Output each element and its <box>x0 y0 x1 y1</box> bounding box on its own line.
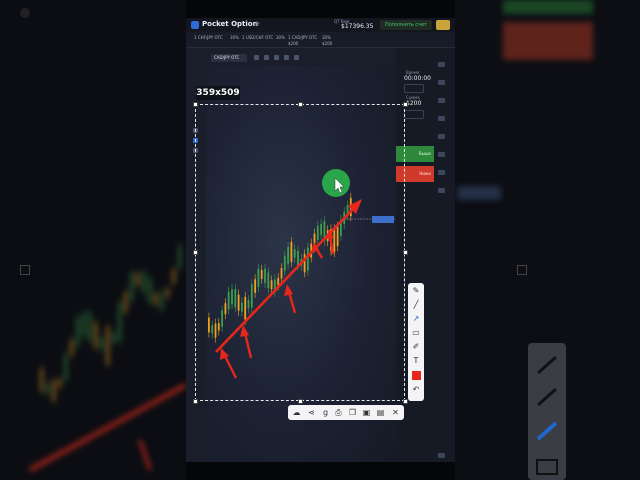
copy-icon[interactable]: ❐ <box>347 407 358 418</box>
resize-handle-left[interactable] <box>193 250 198 255</box>
marker-icon[interactable]: ✐ <box>411 342 421 352</box>
resize-handle-right[interactable] <box>403 250 408 255</box>
resize-handle-bottom-left[interactable] <box>193 399 198 404</box>
text-icon[interactable]: T <box>411 356 421 366</box>
resize-handle-top[interactable] <box>298 102 303 107</box>
close-icon[interactable]: ✕ <box>390 407 401 418</box>
upload-icon[interactable]: ☁ <box>291 407 302 418</box>
resize-handle-bottom[interactable] <box>298 399 303 404</box>
undo-icon[interactable]: ↶ <box>411 385 421 395</box>
line-icon[interactable]: ╱ <box>411 300 421 310</box>
save-icon[interactable]: ▣ <box>361 407 372 418</box>
rectangle-icon[interactable]: ▭ <box>411 328 421 338</box>
share-icon[interactable]: ⋖ <box>306 407 317 418</box>
clipboard-icon[interactable]: ▤ <box>375 407 386 418</box>
resize-handle-bottom-right[interactable] <box>403 399 408 404</box>
color-picker[interactable] <box>411 371 421 380</box>
screen-recording-frame: Pocket Option ★ QT Real $17396.35 Пополн… <box>0 0 640 480</box>
resize-handle-top-left[interactable] <box>193 102 198 107</box>
search-google-icon[interactable]: g <box>320 407 331 418</box>
pencil-icon[interactable]: ✎ <box>411 286 421 296</box>
arrow-icon[interactable]: ↗ <box>411 314 421 324</box>
print-icon[interactable]: ⎙ <box>333 407 344 418</box>
selection-rectangle[interactable] <box>195 104 405 401</box>
annotation-toolbar-vertical: ✎ ╱ ↗ ▭ ✐ T ↶ <box>408 283 424 401</box>
resize-handle-top-right[interactable] <box>403 102 408 107</box>
annotation-toolbar-horizontal: ☁ ⋖ g ⎙ ❐ ▣ ▤ ✕ <box>288 405 404 420</box>
selection-dimensions: 359x509 <box>196 86 240 100</box>
